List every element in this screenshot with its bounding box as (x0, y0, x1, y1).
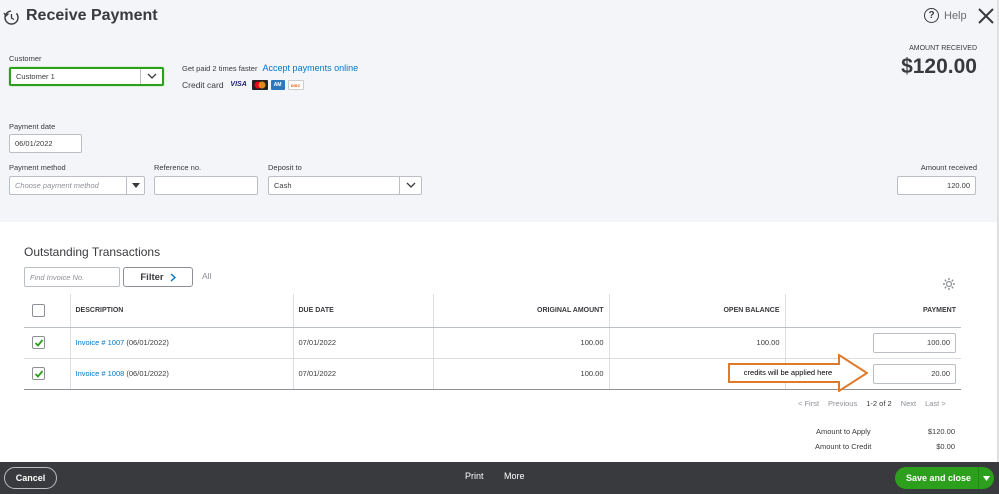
cancel-button[interactable]: Cancel (4, 467, 57, 489)
row-checkbox-checked[interactable] (32, 336, 45, 349)
deposit-to-dropdown-button[interactable] (399, 177, 421, 194)
recent-transactions-icon[interactable] (2, 8, 20, 26)
caret-down-icon (983, 475, 990, 481)
payment-date-input[interactable]: 06/01/2022 (9, 134, 82, 153)
invoice-date: (06/01/2022) (126, 338, 169, 347)
payment-method-label: Payment method (9, 163, 66, 172)
save-and-close-label: Save and close (905, 473, 972, 483)
mastercard-icon (251, 80, 268, 90)
amount-to-apply-label: Amount to Apply (816, 427, 871, 436)
amount-to-credit-value: $0.00 (936, 442, 955, 451)
payment-method-dropdown-button[interactable] (126, 177, 144, 194)
help-button[interactable]: ? Help (924, 8, 967, 23)
checkmark-icon (34, 338, 43, 347)
print-button[interactable]: Print (465, 471, 484, 481)
customer-value: Customer 1 (16, 72, 55, 81)
customer-select[interactable]: Customer 1 (9, 67, 164, 86)
filter-label: Filter (140, 271, 164, 283)
select-all-cell (24, 294, 71, 328)
deposit-to-value: Cash (274, 181, 292, 190)
amount-received-caption: AMOUNT RECEIVED (909, 45, 977, 52)
amex-icon: AM (270, 80, 285, 90)
help-label: Help (944, 9, 967, 22)
find-invoice-input[interactable]: Find Invoice No. (24, 267, 120, 287)
chevron-right-icon (170, 272, 176, 282)
column-header-due-date[interactable]: DUE DATE (293, 294, 434, 328)
filter-all-label: All (202, 271, 212, 281)
row-select-cell (24, 327, 71, 359)
help-icon: ? (924, 8, 939, 23)
column-header-original-amount[interactable]: ORIGINAL AMOUNT (433, 294, 610, 328)
amount-to-credit-label: Amount to Credit (815, 442, 872, 451)
credit-card-label: Credit card (182, 80, 224, 90)
amount-received-label: Amount received (920, 163, 977, 172)
invoice-date: (06/01/2022) (126, 369, 169, 378)
payment-date-value: 06/01/2022 (15, 139, 53, 148)
column-header-description[interactable]: DESCRIPTION (70, 294, 294, 328)
amount-to-apply-value: $120.00 (927, 427, 955, 436)
amount-received-total: $120.00 (901, 55, 977, 78)
payment-method-select[interactable]: Choose payment method (9, 176, 145, 195)
pager-first[interactable]: < First (798, 399, 819, 408)
row-original-amount: 100.00 (433, 327, 610, 359)
payment-method-placeholder: Choose payment method (15, 181, 99, 190)
reference-label: Reference no. (154, 163, 202, 172)
chevron-down-icon (147, 73, 156, 79)
filter-button[interactable]: Filter (123, 267, 193, 287)
row-checkbox-checked[interactable] (32, 367, 45, 380)
pager-range: 1-2 of 2 (866, 399, 892, 408)
payment-value: 20.00 (931, 369, 950, 378)
payment-input[interactable]: 20.00 (873, 363, 956, 384)
row-description: Invoice # 1008 (06/01/2022) (70, 358, 294, 390)
customer-dropdown-button[interactable] (140, 69, 162, 84)
chevron-down-icon (406, 182, 415, 188)
page-title: Receive Payment (26, 7, 158, 24)
checkmark-icon (34, 369, 43, 378)
credit-card-row: Credit card VISA AM DISC (182, 80, 307, 90)
invoice-link[interactable]: Invoice # 1007 (76, 338, 125, 347)
table-header-row: DESCRIPTION DUE DATE ORIGINAL AMOUNT OPE… (24, 294, 961, 328)
caret-down-icon (131, 183, 140, 188)
row-select-cell (24, 358, 71, 390)
select-all-checkbox[interactable] (32, 303, 45, 317)
pagination: < First Previous 1-2 of 2 Next Last > (798, 399, 946, 408)
more-button[interactable]: More (504, 471, 525, 481)
save-and-close-button[interactable]: Save and close (895, 467, 994, 489)
close-icon[interactable] (977, 7, 995, 25)
footer-bar: Cancel Print More Save and close (0, 462, 999, 494)
payment-input[interactable]: 100.00 (873, 332, 956, 353)
row-due-date: 07/01/2022 (293, 358, 434, 390)
pager-next[interactable]: Next (901, 399, 916, 408)
deposit-to-select[interactable]: Cash (268, 176, 422, 195)
pager-previous[interactable]: Previous (828, 399, 857, 408)
promo-line: Get paid 2 times faster Accept payments … (182, 63, 358, 73)
row-original-amount: 100.00 (433, 358, 610, 390)
visa-icon: VISA (230, 81, 247, 88)
customer-label: Customer (9, 54, 42, 63)
promo-text: Get paid 2 times faster (182, 64, 258, 73)
reference-input[interactable] (154, 176, 258, 195)
find-invoice-placeholder: Find Invoice No. (30, 272, 85, 282)
payment-date-label: Payment date (9, 122, 56, 131)
payment-value: 100.00 (927, 338, 950, 347)
save-options-dropdown[interactable] (978, 467, 994, 489)
column-header-payment[interactable]: PAYMENT (785, 294, 961, 328)
row-due-date: 07/01/2022 (293, 327, 434, 359)
column-header-open-balance[interactable]: OPEN BALANCE (609, 294, 786, 328)
outstanding-transactions-title: Outstanding Transactions (24, 245, 161, 259)
amount-received-input[interactable]: 120.00 (897, 176, 976, 195)
annotation-text: credits will be applied here (743, 368, 833, 377)
discover-icon: DISC (287, 80, 304, 90)
header-panel (0, 0, 997, 222)
pager-last[interactable]: Last > (925, 399, 946, 408)
accept-payments-link[interactable]: Accept payments online (263, 63, 359, 73)
deposit-to-label: Deposit to (268, 163, 302, 172)
row-description: Invoice # 1007 (06/01/2022) (70, 327, 294, 359)
amount-received-value: 120.00 (947, 181, 970, 190)
invoice-link[interactable]: Invoice # 1008 (76, 369, 125, 378)
gear-icon[interactable] (942, 277, 956, 291)
